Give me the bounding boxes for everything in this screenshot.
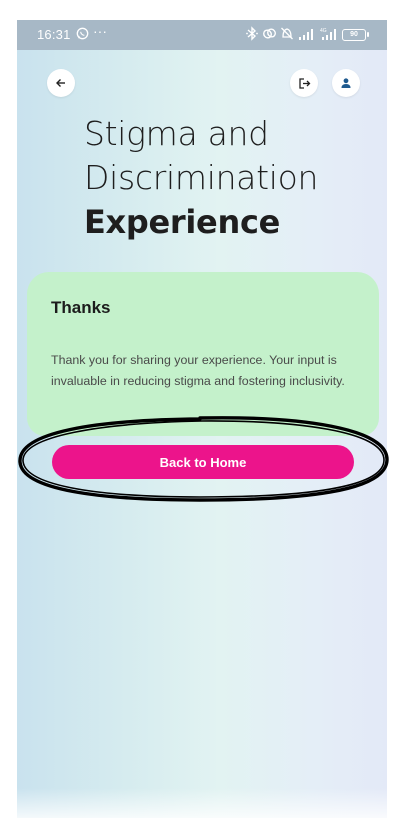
link-icon [263, 28, 276, 39]
status-bar: 16:31 ··· 4G 90 [17, 20, 387, 50]
title-line-1: Stigma and [84, 114, 269, 153]
card-body-text: Thank you for sharing your experience. Y… [51, 353, 345, 388]
title-line-3: Experience [84, 203, 281, 241]
title-line-2: Discrimination [84, 158, 319, 197]
more-notifications-indicator: ··· [93, 23, 107, 39]
profile-button[interactable] [332, 69, 360, 97]
bottom-fade [17, 788, 387, 818]
thanks-card: Thanks Thank you for sharing your experi… [27, 272, 379, 436]
alarm-off-icon [281, 27, 293, 40]
logout-icon [298, 77, 310, 89]
battery-tip [367, 32, 369, 37]
whatsapp-icon [76, 27, 89, 40]
app-screen: 16:31 ··· 4G 90 Stigma and Discriminatio… [17, 20, 387, 818]
back-button[interactable] [47, 69, 75, 97]
status-time: 16:31 [37, 27, 71, 42]
bluetooth-icon [246, 26, 258, 41]
back-to-home-button[interactable]: Back to Home [52, 445, 354, 479]
battery-icon: 90 [342, 29, 366, 41]
signal-icon [299, 29, 313, 40]
signal-4g-icon: 4G [320, 28, 336, 40]
logout-button[interactable] [290, 69, 318, 97]
person-icon [341, 78, 351, 88]
svg-text:4G: 4G [320, 28, 327, 34]
page-title: Stigma and Discrimination Experience [84, 112, 318, 244]
card-heading: Thanks [51, 298, 111, 317]
arrow-left-icon [56, 79, 65, 87]
